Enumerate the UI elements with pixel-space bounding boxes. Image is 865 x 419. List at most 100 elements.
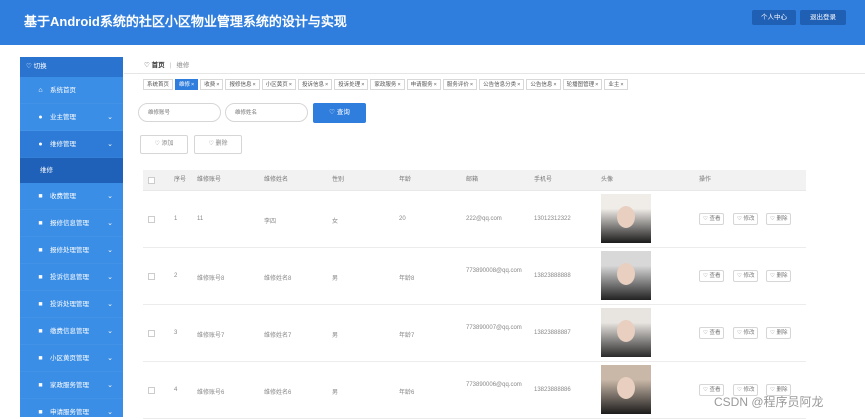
sidebar-item[interactable]: ■ 小区黄页管理 ⌄ xyxy=(20,345,123,372)
cell-age: 20 xyxy=(399,216,406,222)
grid-icon: ■ xyxy=(38,328,43,335)
close-icon[interactable]: × xyxy=(595,82,598,88)
close-icon[interactable]: × xyxy=(553,82,556,88)
tab-item[interactable]: 维修× xyxy=(175,79,199,90)
close-icon[interactable]: × xyxy=(289,82,292,88)
sidebar-item[interactable]: ■ 报修信息管理 ⌄ xyxy=(20,210,123,237)
sidebar-item[interactable]: ● 业主管理 ⌄ xyxy=(20,104,123,131)
heart-icon: ♡ xyxy=(329,109,335,116)
sidebar-item-label: 投诉信息管理 xyxy=(50,274,89,281)
tab-item[interactable]: 家政服务× xyxy=(370,79,405,90)
delete-button[interactable]: ♡ 删除 xyxy=(766,327,792,339)
sidebar-item[interactable]: ■ 缴费信息管理 ⌄ xyxy=(20,318,123,345)
row-checkbox[interactable] xyxy=(148,387,155,394)
tab-item[interactable]: 小区黄页× xyxy=(261,79,296,90)
view-button[interactable]: ♡ 查看 xyxy=(699,327,725,339)
cell-no: 4 xyxy=(174,387,178,393)
tab-item[interactable]: 服务评价× xyxy=(442,79,478,90)
tab-label: 投诉信息 xyxy=(301,82,324,88)
grid-icon: ■ xyxy=(38,301,43,308)
cell-gender: 男 xyxy=(332,276,339,282)
close-icon[interactable]: × xyxy=(470,82,473,88)
avatar-face xyxy=(617,320,635,342)
edit-button[interactable]: ♡ 修改 xyxy=(733,327,759,339)
tab-item[interactable]: 申请服务× xyxy=(406,79,441,90)
avatar xyxy=(601,365,651,414)
sidebar-item[interactable]: ■ 申请服务管理 ⌄ xyxy=(20,399,123,417)
sidebar-item[interactable]: ■ 报修处理管理 ⌄ xyxy=(20,237,123,264)
breadcrumb-home[interactable]: 首页 xyxy=(152,62,165,69)
select-all-checkbox[interactable] xyxy=(148,177,155,184)
avatar xyxy=(601,308,651,357)
sidebar-item[interactable]: ■ 家政服务管理 ⌄ xyxy=(20,372,123,399)
chevron-down-icon: ⌄ xyxy=(107,274,113,281)
tab-item[interactable]: 轮播图管理× xyxy=(562,79,603,90)
row-checkbox[interactable] xyxy=(148,216,155,223)
switch-button[interactable]: ♡ 切换 xyxy=(20,57,123,77)
tab-item[interactable]: 报修信息× xyxy=(225,79,260,90)
close-icon[interactable]: × xyxy=(361,82,364,88)
header-phone: 手机号 xyxy=(534,177,553,183)
tab-item[interactable]: 投诉处理× xyxy=(334,79,369,90)
grid-icon: ■ xyxy=(38,355,43,362)
cell-name: 李四 xyxy=(264,219,277,225)
chevron-down-icon: ⌄ xyxy=(107,114,113,121)
grid-icon: ■ xyxy=(38,220,43,227)
sidebar-item-label: 投诉处理管理 xyxy=(50,301,89,308)
account-search-input[interactable] xyxy=(138,103,221,122)
close-icon[interactable]: × xyxy=(253,82,256,88)
cell-account: 维修账号8 xyxy=(197,276,225,282)
name-search-input[interactable] xyxy=(225,103,308,122)
delete-button[interactable]: ♡ 删除 xyxy=(194,135,242,154)
tab-item[interactable]: 系统首页 xyxy=(143,79,174,90)
view-button[interactable]: ♡ 查看 xyxy=(699,213,725,225)
profile-button[interactable]: 个人中心 xyxy=(752,10,796,25)
close-icon[interactable]: × xyxy=(517,82,520,88)
chevron-down-icon: ⌄ xyxy=(107,141,113,148)
tab-item[interactable]: 收费× xyxy=(200,79,224,90)
table-row: 4 维修账号6 维修姓名6 男 年龄6 773890006@qq.com 138238888… xyxy=(143,362,806,419)
sidebar-item[interactable]: ■ 投诉信息管理 ⌄ xyxy=(20,264,123,291)
tab-bar: 系统首页 维修× 收费× 报修信息× 小区黄页× 投诉信息× 投诉处理× 家政服务× 申请服务×… xyxy=(143,79,630,90)
header-email: 邮箱 xyxy=(466,177,479,183)
cell-name: 维修姓名6 xyxy=(264,390,292,396)
close-icon[interactable]: × xyxy=(191,82,194,88)
chevron-down-icon: ⌄ xyxy=(107,355,113,362)
sidebar-item[interactable]: ⌂ 系统首页 xyxy=(20,77,123,104)
cell-phone: 13823888888 xyxy=(534,273,571,279)
avatar xyxy=(601,194,651,243)
edit-button[interactable]: ♡ 修改 xyxy=(733,213,759,225)
row-checkbox[interactable] xyxy=(148,273,155,280)
avatar-face xyxy=(617,206,635,228)
cell-account: 维修账号7 xyxy=(197,333,225,339)
tab-item[interactable]: 公告信息× xyxy=(526,79,561,90)
delete-button[interactable]: ♡ 删除 xyxy=(766,270,792,282)
edit-button[interactable]: ♡ 修改 xyxy=(733,270,759,282)
chevron-down-icon: ⌄ xyxy=(107,301,113,308)
tab-item[interactable]: 投诉信息× xyxy=(297,79,333,90)
sidebar-item[interactable]: ■ 收费管理 ⌄ xyxy=(20,183,123,210)
add-button[interactable]: ♡ 添加 xyxy=(140,135,188,154)
logout-button[interactable]: 退出登录 xyxy=(800,10,846,25)
tab-item[interactable]: 业主× xyxy=(604,79,628,90)
cell-phone: 13823888886 xyxy=(534,387,571,393)
sidebar-item[interactable]: ■ 投诉处理管理 ⌄ xyxy=(20,291,123,318)
cell-gender: 女 xyxy=(332,219,339,225)
heart-icon: ♡ xyxy=(26,63,32,70)
sidebar-item-label: 申请服务管理 xyxy=(50,409,89,416)
sidebar-item[interactable]: ● 维修管理 ⌄ xyxy=(20,131,123,158)
row-checkbox[interactable] xyxy=(148,330,155,337)
close-icon[interactable]: × xyxy=(620,82,623,88)
cell-account: 维修账号6 xyxy=(197,390,225,396)
tab-item[interactable]: 公告信息分类× xyxy=(479,79,525,90)
close-icon[interactable]: × xyxy=(216,82,219,88)
view-button[interactable]: ♡ 查看 xyxy=(699,270,725,282)
delete-button[interactable]: ♡ 删除 xyxy=(766,213,792,225)
cell-age: 年龄8 xyxy=(399,276,415,282)
sidebar-subitem[interactable]: 维修 xyxy=(20,158,123,183)
tab-label: 公告信息分类 xyxy=(483,82,517,88)
close-icon[interactable]: × xyxy=(434,82,437,88)
search-button[interactable]: ♡ 查询 xyxy=(313,103,366,123)
close-icon[interactable]: × xyxy=(325,82,328,88)
close-icon[interactable]: × xyxy=(397,82,400,88)
